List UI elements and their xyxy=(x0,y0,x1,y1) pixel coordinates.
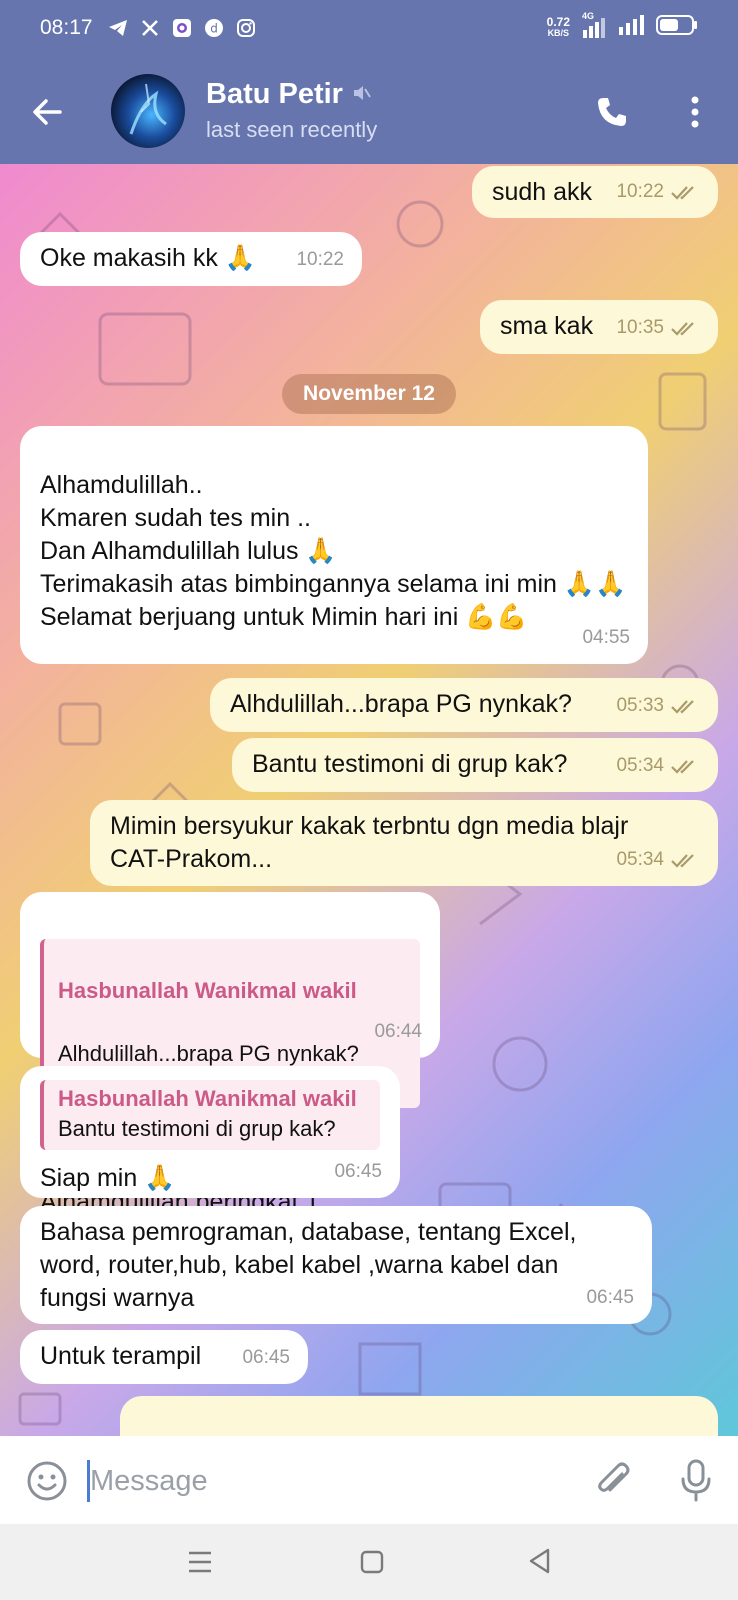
home-icon[interactable] xyxy=(358,1548,386,1576)
telegram-icon xyxy=(107,17,129,39)
message-meta: 06:44 xyxy=(374,1015,422,1048)
message-time: 10:22 xyxy=(616,181,664,202)
message-meta: 05:34 xyxy=(616,749,700,782)
reply-quoted-text: Bantu testimoni di grup kak? xyxy=(58,1116,336,1141)
text-cursor xyxy=(87,1460,90,1502)
message-time: 10:22 xyxy=(296,249,344,270)
message-text: Siap min 🙏 xyxy=(40,1164,176,1192)
svg-text:d: d xyxy=(210,22,218,36)
double-check-icon xyxy=(671,853,694,868)
x-icon xyxy=(139,17,161,39)
message-text: Oke makasih kk 🙏 xyxy=(40,244,256,272)
message-meta: 10:22 xyxy=(296,243,344,276)
message-text: Bahasa pemrograman, database, tentang Ex… xyxy=(40,1218,577,1312)
net-speed: 0.72 KB/S xyxy=(546,15,570,38)
nav-back-icon[interactable] xyxy=(526,1546,554,1576)
message-text: Untuk terampil xyxy=(40,1342,202,1370)
message-time: 05:33 xyxy=(616,695,664,716)
signal-icon xyxy=(618,15,644,41)
recent-apps-icon[interactable] xyxy=(186,1548,214,1576)
message-time: 06:45 xyxy=(334,1161,382,1182)
message-input[interactable] xyxy=(86,1458,570,1504)
phone-icon[interactable] xyxy=(594,94,630,130)
chat-title: Batu Petir xyxy=(206,78,377,111)
message-time: 04:55 xyxy=(582,627,630,648)
reply-quoted-text: Alhdulillah...brapa PG nynkak? xyxy=(58,1041,359,1066)
muted-icon xyxy=(351,78,371,111)
message-bubble-outgoing[interactable]: Alhdulillah...brapa PG nynkak? 05:33 xyxy=(210,678,718,732)
message-time: 06:44 xyxy=(374,1021,422,1042)
message-text: Bantu testimoni di grup kak? xyxy=(252,750,568,778)
double-check-icon xyxy=(671,321,694,336)
app2-icon: d xyxy=(203,17,225,39)
message-meta: 06:45 xyxy=(586,1281,634,1314)
chat-header: Batu Petir last seen recently xyxy=(0,56,738,164)
signal-4g-icon: 4G xyxy=(582,11,606,38)
message-text: sudh akk xyxy=(492,178,593,206)
message-bubble-incoming[interactable]: Hasbunallah Wanikmal wakil Bantu testimo… xyxy=(20,1066,400,1198)
message-text: Alhdulillah...brapa PG nynkak? xyxy=(230,690,572,718)
instagram-icon xyxy=(235,17,257,39)
battery-icon xyxy=(656,14,698,42)
message-time: 10:35 xyxy=(616,317,664,338)
status-bar: 08:17 d 0.72 KB/S 4G xyxy=(0,0,738,56)
double-check-icon xyxy=(671,699,694,714)
message-meta: 10:22 xyxy=(616,175,700,208)
message-bubble-incoming[interactable]: Oke makasih kk 🙏 10:22 xyxy=(20,232,362,286)
message-composer xyxy=(0,1436,738,1524)
reply-sender-name: Hasbunallah Wanikmal wakil xyxy=(58,978,357,1003)
double-check-icon xyxy=(671,759,694,774)
clock: 08:17 xyxy=(40,16,93,39)
message-meta: 10:35 xyxy=(616,311,700,344)
chat-area[interactable]: sudh akk 10:22 Oke makasih kk 🙏 10:22 sm… xyxy=(0,164,738,1436)
message-text: Alhamdulillah.. Kmaren sudah tes min .. … xyxy=(40,471,627,631)
message-bubble-outgoing[interactable]: Mimin bersyukur kakak terbntu dgn media … xyxy=(90,800,718,886)
message-meta: 04:55 xyxy=(582,621,630,654)
message-bubble-incoming[interactable]: Hasbunallah Wanikmal wakil Alhdulillah..… xyxy=(20,892,440,1216)
message-bubble-outgoing-partial[interactable] xyxy=(120,1396,718,1436)
message-text: Mimin bersyukur kakak terbntu dgn media … xyxy=(110,812,629,873)
message-time: 05:34 xyxy=(616,849,664,870)
message-meta: 06:45 xyxy=(242,1341,290,1374)
double-check-icon xyxy=(671,185,694,200)
message-time: 05:34 xyxy=(616,755,664,776)
message-bubble-incoming[interactable]: Untuk terampil 06:45 xyxy=(20,1330,308,1384)
paperclip-icon[interactable] xyxy=(592,1460,634,1502)
back-arrow-icon[interactable] xyxy=(30,94,66,130)
chat-title-block[interactable]: Batu Petir last seen recently xyxy=(206,78,377,143)
message-bubble-outgoing[interactable]: sma kak 10:35 xyxy=(480,300,718,354)
reply-quote[interactable]: Hasbunallah Wanikmal wakil Bantu testimo… xyxy=(40,1080,380,1150)
message-meta: 05:33 xyxy=(616,689,700,722)
message-time: 06:45 xyxy=(242,1347,290,1368)
message-time: 06:45 xyxy=(586,1287,634,1308)
message-bubble-incoming[interactable]: Bahasa pemrograman, database, tentang Ex… xyxy=(20,1206,652,1324)
message-meta: 05:34 xyxy=(616,843,700,876)
message-bubble-outgoing[interactable]: sudh akk 10:22 xyxy=(472,166,718,218)
emoji-icon[interactable] xyxy=(26,1460,68,1502)
message-meta: 06:45 xyxy=(334,1155,382,1188)
notification-icons: d xyxy=(107,17,257,39)
reply-sender-name: Hasbunallah Wanikmal wakil xyxy=(58,1086,357,1111)
message-text: sma kak xyxy=(500,312,594,340)
avatar[interactable] xyxy=(111,74,185,148)
last-seen-status: last seen recently xyxy=(206,117,378,142)
message-bubble-incoming[interactable]: Alhamdulillah.. Kmaren sudah tes min .. … xyxy=(20,426,648,664)
message-bubble-outgoing[interactable]: Bantu testimoni di grup kak? 05:34 xyxy=(232,738,718,792)
microphone-icon[interactable] xyxy=(676,1458,716,1504)
app-icon xyxy=(171,17,193,39)
date-separator: November 12 xyxy=(282,374,456,414)
system-indicators: 0.72 KB/S 4G xyxy=(546,11,698,42)
more-vert-icon[interactable] xyxy=(680,94,710,130)
system-nav-bar xyxy=(0,1524,738,1600)
